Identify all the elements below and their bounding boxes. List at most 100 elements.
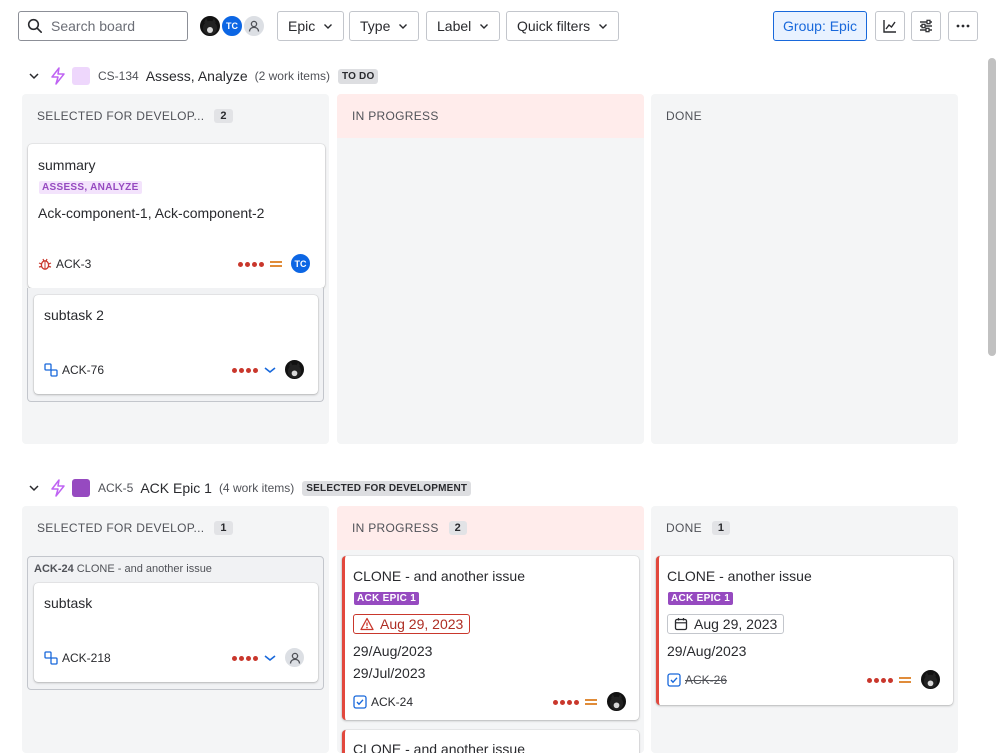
- cat-avatar[interactable]: [198, 14, 222, 38]
- swimlane-header-cs-134[interactable]: CS-134 Assess, Analyze (2 work items) TO…: [28, 64, 379, 88]
- column-title: IN PROGRESS: [352, 109, 439, 123]
- type-filter-button[interactable]: Type: [349, 11, 420, 41]
- assignee-avatars: TC: [198, 14, 268, 38]
- card-date-field: 29/Aug/2023: [667, 643, 747, 659]
- task-icon: [353, 695, 367, 709]
- calendar-icon: [674, 618, 688, 631]
- card-indicators: [867, 670, 911, 690]
- epic-status-lozenge: TO DO: [337, 68, 379, 84]
- cat-avatar-icon: [203, 18, 217, 35]
- issue-key[interactable]: ACK-26: [685, 673, 727, 687]
- label-filter-label: Label: [437, 18, 472, 34]
- tc-avatar-initials: TC: [226, 21, 238, 31]
- epic-filter-button[interactable]: Epic: [277, 11, 345, 41]
- scrollbar-thumb[interactable]: [988, 58, 996, 356]
- priority-medium-icon: [899, 677, 911, 683]
- quick-filters-button[interactable]: Quick filters: [506, 11, 620, 41]
- column-header: DONE 1: [651, 506, 958, 550]
- more-icon: [956, 24, 970, 28]
- epic-key[interactable]: ACK-5: [98, 481, 133, 495]
- column-header: IN PROGRESS: [337, 94, 644, 138]
- parent-issue-title: CLONE - and another issue: [76, 563, 212, 575]
- search-input[interactable]: [51, 18, 181, 34]
- card-title: summary: [38, 157, 96, 173]
- subtask-icon: [44, 651, 58, 665]
- search-box[interactable]: [18, 11, 188, 41]
- vertical-scrollbar[interactable]: [988, 58, 996, 753]
- epic-lozenge: ACK EPIC 1: [668, 592, 734, 605]
- chevron-down-icon: [399, 24, 408, 29]
- chevron-down-icon: [599, 24, 608, 29]
- epic-name: ACK Epic 1: [140, 480, 212, 496]
- issue-key[interactable]: ACK-76: [62, 363, 104, 377]
- estimate-dots: [232, 655, 258, 661]
- group-by-button[interactable]: Group: Epic: [773, 11, 867, 41]
- card-indicators: [232, 360, 276, 380]
- more-actions-button[interactable]: [948, 11, 978, 41]
- issue-card[interactable]: summary ASSESS, ANALYZE Ack-component-1,…: [28, 144, 325, 288]
- chart-icon: [883, 20, 896, 33]
- card-components: Ack-component-1, Ack-component-2: [38, 205, 265, 221]
- card-footer: ACK-24: [353, 692, 413, 712]
- assignee-avatar[interactable]: [919, 668, 942, 691]
- parent-issue-key[interactable]: ACK-24: [34, 563, 74, 575]
- column-title: SELECTED FOR DEVELOP...: [37, 109, 205, 123]
- column-title: DONE: [666, 109, 702, 123]
- column-header: DONE: [651, 94, 958, 138]
- card-title: subtask 2: [44, 307, 104, 323]
- parent-issue-label: ACK-24 CLONE - and another issue: [34, 563, 212, 575]
- estimate-dots: [553, 699, 579, 705]
- issue-card[interactable]: subtask 2 ACK-76: [34, 295, 318, 394]
- issue-key[interactable]: ACK-218: [62, 651, 111, 665]
- epic-lozenge: ACK EPIC 1: [354, 592, 420, 605]
- card-indicators: [238, 254, 282, 274]
- card-footer: ACK-26: [667, 670, 727, 690]
- priority-medium-icon: [270, 261, 282, 267]
- assignee-avatar[interactable]: [283, 646, 306, 669]
- insights-button[interactable]: [875, 11, 905, 41]
- epic-lightning-icon: [51, 67, 65, 85]
- unassigned-avatar[interactable]: [242, 14, 266, 38]
- issue-key[interactable]: ACK-3: [56, 257, 91, 271]
- card-date-field: 29/Aug/2023: [353, 643, 433, 659]
- person-icon: [248, 20, 260, 32]
- column-title: DONE: [666, 521, 702, 535]
- column-count: 1: [214, 521, 233, 535]
- issue-card[interactable]: CLONE - another issue ACK EPIC 1 Aug 29,…: [656, 556, 953, 705]
- epic-item-count: (2 work items): [254, 69, 330, 83]
- issue-key[interactable]: ACK-24: [371, 695, 413, 709]
- issue-card[interactable]: subtask ACK-218: [34, 583, 318, 682]
- subtask-icon: [44, 363, 58, 377]
- chevron-down-icon[interactable]: [28, 70, 40, 82]
- chevron-down-icon: [324, 24, 333, 29]
- tc-avatar[interactable]: TC: [220, 14, 244, 38]
- person-icon: [289, 652, 300, 664]
- epic-key[interactable]: CS-134: [98, 69, 139, 83]
- column-count: 2: [214, 109, 233, 123]
- issue-card[interactable]: CLONE - and another issue ACK EPIC 1 Aug…: [342, 556, 639, 720]
- card-title: CLONE - and another issue: [353, 568, 525, 584]
- epic-filter-label: Epic: [288, 18, 316, 34]
- assignee-avatar[interactable]: TC: [289, 252, 312, 275]
- chevron-down-icon[interactable]: [28, 482, 40, 494]
- group-by-label: Group: Epic: [783, 18, 857, 34]
- label-filter-button[interactable]: Label: [426, 11, 501, 41]
- card-footer: ACK-76: [44, 360, 104, 380]
- assignee-avatar[interactable]: [283, 358, 306, 381]
- epic-color-swatch: [72, 67, 90, 85]
- issue-card[interactable]: CLONE - and another issue: [342, 730, 639, 753]
- column-title: SELECTED FOR DEVELOP...: [37, 521, 205, 535]
- card-title: subtask: [44, 595, 93, 611]
- assignee-avatar[interactable]: [605, 690, 628, 713]
- card-title: CLONE - another issue: [667, 568, 812, 584]
- view-settings-button[interactable]: [911, 11, 941, 41]
- quick-filters-label: Quick filters: [517, 18, 591, 34]
- type-filter-label: Type: [360, 18, 391, 34]
- card-date-field: 29/Jul/2023: [353, 665, 426, 681]
- priority-medium-icon: [585, 699, 597, 705]
- cat-avatar-icon: [287, 361, 302, 379]
- swimlane-header-ack-5[interactable]: ACK-5 ACK Epic 1 (4 work items) SELECTED…: [28, 476, 472, 500]
- epic-status-lozenge: SELECTED FOR DEVELOPMENT: [302, 480, 472, 496]
- epic-item-count: (4 work items): [218, 481, 295, 495]
- epic-lightning-icon: [51, 479, 65, 497]
